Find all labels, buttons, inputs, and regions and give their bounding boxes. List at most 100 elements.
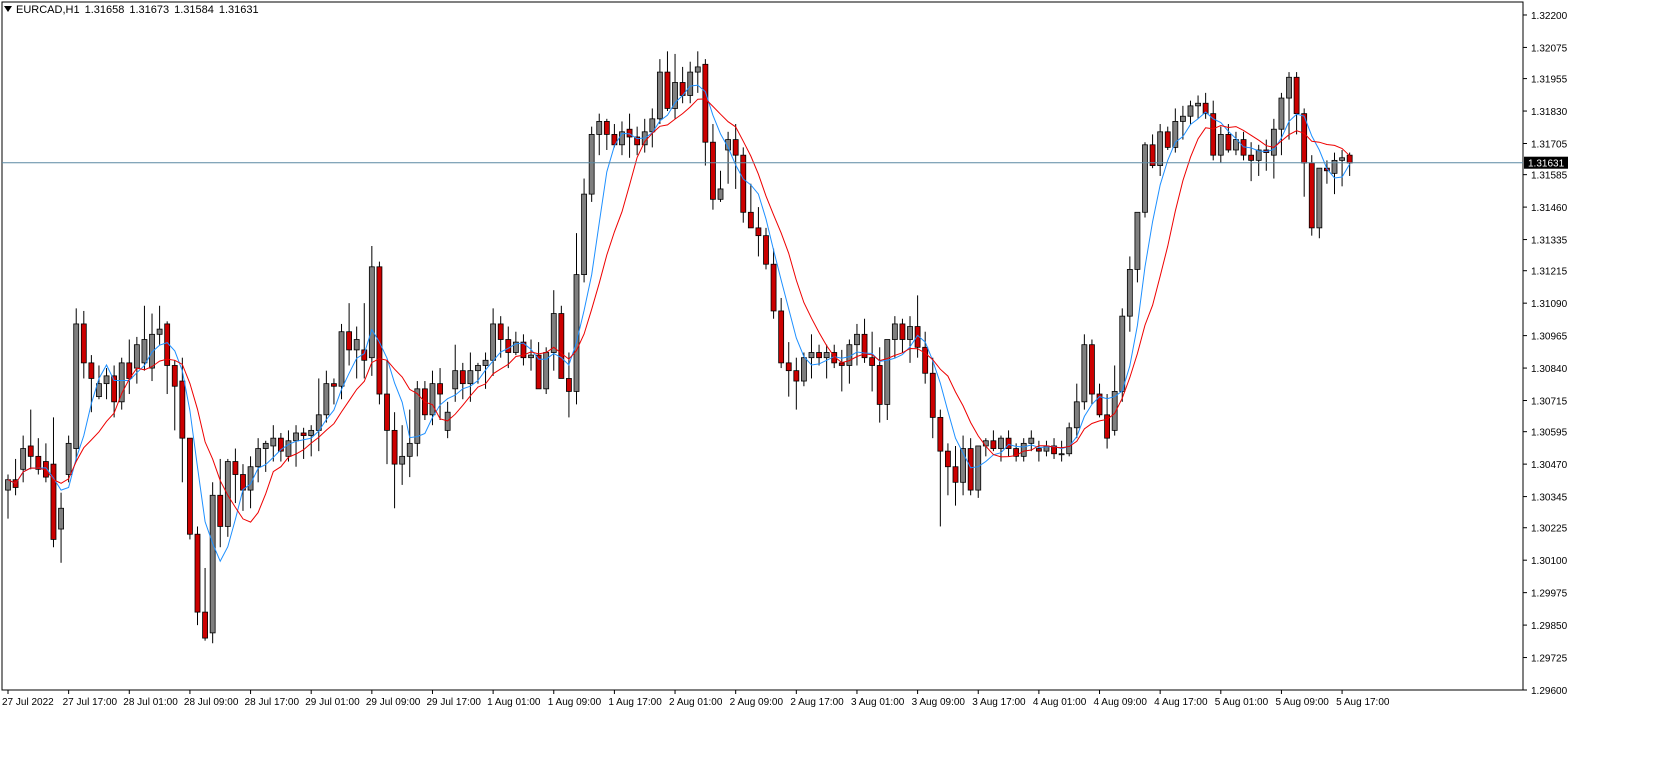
high-price: 1.31673 — [129, 4, 170, 16]
candle-body — [467, 370, 474, 385]
candle-body — [801, 357, 807, 382]
candle-body — [1248, 154, 1255, 161]
candle-body — [179, 380, 186, 439]
candle-body — [1081, 344, 1088, 403]
candle-body — [1028, 437, 1035, 444]
y-tick-label: 1.31955 — [1531, 75, 1568, 86]
candle-body — [664, 71, 671, 109]
low-price: 1.31584 — [174, 4, 214, 16]
candle-body — [141, 339, 148, 364]
y-tick-label: 1.31830 — [1531, 107, 1568, 118]
candle-body — [1066, 427, 1073, 455]
candle-body — [255, 448, 262, 468]
y-tick-label: 1.31215 — [1531, 267, 1568, 278]
candle-body — [1126, 269, 1133, 317]
dropdown-triangle-icon[interactable] — [4, 6, 12, 13]
candle-body — [80, 323, 87, 364]
candle-body — [899, 323, 906, 340]
candle-body — [1346, 154, 1353, 164]
x-tick-label: 1 Aug 01:00 — [487, 697, 541, 708]
candle-body — [998, 437, 1004, 449]
candle-body — [187, 437, 193, 535]
x-tick-label: 2 Aug 09:00 — [730, 697, 784, 708]
candle-body — [596, 121, 603, 135]
x-tick-label: 27 Jul 2022 — [2, 697, 54, 708]
candle-body — [672, 82, 678, 109]
x-tick-label: 29 Jul 17:00 — [426, 697, 481, 708]
candle-body — [891, 323, 898, 340]
candle-body — [384, 393, 390, 431]
candle-body — [732, 139, 739, 156]
candle-body — [929, 372, 936, 418]
x-tick-label: 3 Aug 09:00 — [912, 697, 966, 708]
candle-body — [58, 507, 64, 530]
price-chart[interactable]: 1.32200 1.32075 1.31955 1.31830 1.31705 1.315… — [0, 0, 1657, 753]
candle-body — [945, 450, 951, 468]
candle-body — [876, 365, 883, 405]
candle-body — [1172, 121, 1179, 148]
candle-body — [884, 339, 891, 405]
x-tick-label: 4 Aug 17:00 — [1154, 697, 1208, 708]
candle-body — [823, 352, 830, 359]
candle-body — [376, 266, 383, 395]
candle-body — [323, 383, 330, 416]
candle-body — [1339, 157, 1345, 161]
candle-body — [414, 388, 421, 444]
chart-header: EURCAD,H1 1.31658 1.31673 1.31584 1.31631 — [4, 4, 264, 16]
close-price: 1.31631 — [218, 4, 259, 16]
chart-window[interactable]: EURCAD,H1 1.31658 1.31673 1.31584 1.31631 1.… — [0, 0, 1657, 753]
candle-body — [308, 429, 315, 436]
candle-body — [293, 432, 299, 442]
candle-body — [1134, 211, 1141, 270]
candle-body — [581, 193, 587, 276]
y-tick-label: 1.32200 — [1531, 11, 1568, 22]
candle-body — [528, 354, 534, 359]
candle-body — [1308, 162, 1315, 229]
x-tick-label: 1 Aug 17:00 — [608, 697, 662, 708]
candle-body — [770, 263, 777, 312]
x-tick-label: 3 Aug 17:00 — [972, 697, 1026, 708]
candle-body — [156, 328, 163, 335]
candle-body — [118, 362, 125, 403]
candle-body — [437, 383, 443, 395]
candle-body — [588, 134, 595, 195]
y-tick-label: 1.31460 — [1531, 203, 1568, 214]
candle-body — [391, 429, 398, 465]
y-tick-label: 1.29725 — [1531, 654, 1568, 665]
candle-body — [740, 154, 747, 213]
candle-body — [626, 128, 633, 138]
candle-body — [338, 331, 345, 387]
candle-body — [300, 432, 307, 436]
candle-body — [922, 346, 929, 374]
candle-body — [1020, 442, 1027, 457]
candle-body — [1180, 115, 1186, 122]
candle-body — [869, 357, 876, 366]
candle-body — [73, 323, 80, 449]
x-tick-label: 4 Aug 01:00 — [1033, 697, 1087, 708]
candle-body — [1187, 105, 1194, 117]
x-tick-label: 2 Aug 01:00 — [669, 697, 723, 708]
candle-body — [399, 455, 406, 465]
y-tick-label: 1.30225 — [1531, 524, 1568, 535]
candle-body — [838, 362, 845, 366]
candle-body — [202, 611, 208, 639]
candle-body — [990, 440, 997, 449]
symbol-label: EURCAD,H1 — [16, 4, 80, 16]
x-tick-label: 5 Aug 01:00 — [1215, 697, 1269, 708]
x-tick-label: 4 Aug 09:00 — [1094, 697, 1148, 708]
candle-body — [475, 365, 481, 372]
candle-body — [763, 235, 769, 265]
candle-body — [1195, 102, 1201, 107]
candle-body — [952, 466, 959, 483]
x-tick-label: 28 Jul 01:00 — [123, 697, 178, 708]
candle-body — [967, 448, 974, 491]
y-tick-label: 1.31585 — [1531, 171, 1568, 182]
x-tick-label: 27 Jul 17:00 — [63, 697, 118, 708]
candle-body — [133, 344, 140, 369]
candle-body — [35, 455, 42, 470]
candle-body — [497, 323, 504, 340]
candle-body — [505, 339, 512, 353]
y-tick-label: 1.29600 — [1531, 686, 1568, 697]
y-tick-label: 1.30345 — [1531, 493, 1568, 504]
candle-body — [353, 339, 360, 351]
